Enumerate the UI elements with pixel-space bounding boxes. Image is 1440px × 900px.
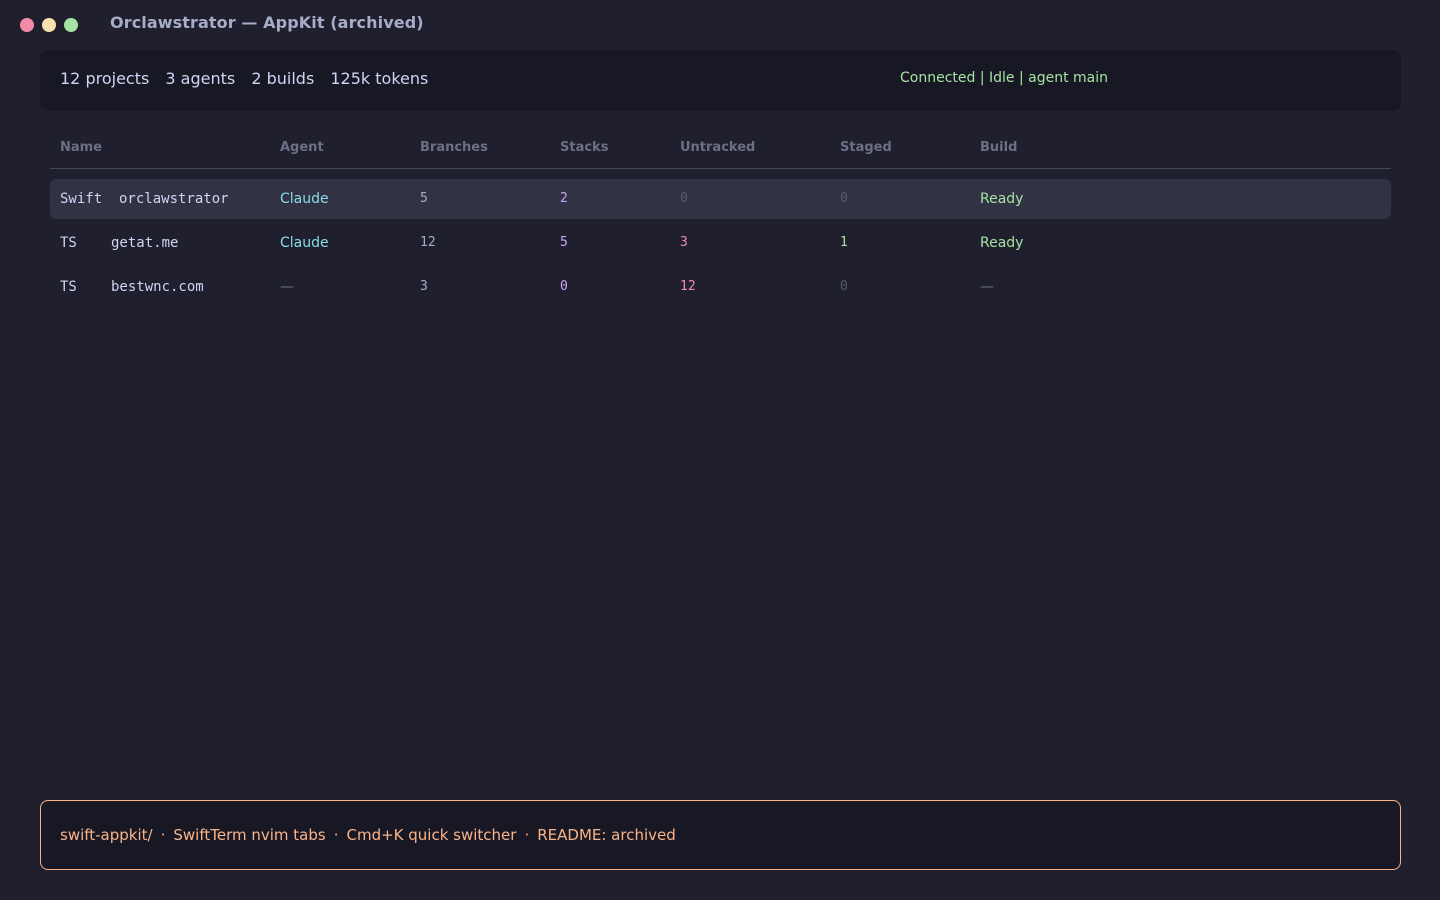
agent-name: Claude [280, 191, 329, 207]
projects-count: 12 projects [60, 69, 150, 88]
table-row[interactable]: TS bestwnc.com — 3 0 12 0 — [50, 267, 1391, 307]
stats-summary: 12 projects 3 agents 2 builds 125k token… [60, 69, 439, 88]
table-row[interactable]: TS getat.me Claude 12 5 3 1 Ready [50, 223, 1391, 263]
header-branches[interactable]: Branches [420, 140, 488, 155]
language-tag: Swift [60, 191, 103, 207]
branches-count: 12 [420, 235, 436, 250]
header-agent[interactable]: Agent [280, 140, 324, 155]
footer-readme-status: README: archived [537, 826, 676, 844]
maximize-window-button[interactable] [64, 18, 78, 32]
close-window-button[interactable] [20, 18, 34, 32]
header-stacks[interactable]: Stacks [560, 140, 608, 155]
minimize-window-button[interactable] [42, 18, 56, 32]
builds-count: 2 builds [251, 69, 315, 88]
untracked-count: 3 [680, 235, 688, 250]
header-untracked[interactable]: Untracked [680, 140, 755, 155]
language-tag: TS [60, 235, 77, 251]
separator-dot: · [333, 826, 339, 844]
staged-count: 0 [840, 279, 848, 294]
agent-name: Claude [280, 235, 329, 251]
title-bar: Orclawstrator — AppKit (archived) [0, 0, 1440, 50]
agent-name: — [280, 279, 294, 295]
separator-dot: · [524, 826, 530, 844]
info-footer: swift-appkit/ · SwiftTerm nvim tabs · Cmd+K … [40, 800, 1401, 870]
separator-dot: · [160, 826, 166, 844]
project-name: getat.me [111, 235, 179, 251]
build-status: — [980, 279, 994, 295]
connection-status: Connected | Idle | agent main [900, 70, 1109, 86]
tokens-count: 125k tokens [330, 69, 429, 88]
stacks-count: 5 [560, 235, 568, 250]
build-status: Ready [980, 191, 1024, 207]
header-build[interactable]: Build [980, 140, 1017, 155]
projects-table: Name Agent Branches Stacks Untracked Sta… [50, 136, 1391, 295]
untracked-count: 12 [680, 279, 696, 294]
staged-count: 0 [840, 191, 848, 206]
agents-count: 3 agents [165, 69, 236, 88]
branches-count: 5 [420, 191, 428, 206]
table-row[interactable]: Swift orclawstrator Claude 5 2 0 0 Ready [50, 179, 1391, 219]
untracked-count: 0 [680, 191, 688, 206]
footer-feature-tabs: SwiftTerm nvim tabs [173, 826, 326, 844]
language-tag: TS [60, 279, 77, 295]
footer-feature-switcher: Cmd+K quick switcher [346, 826, 517, 844]
project-name: bestwnc.com [111, 279, 204, 295]
header-name[interactable]: Name [60, 140, 102, 155]
header-staged[interactable]: Staged [840, 140, 892, 155]
footer-info-line: swift-appkit/ · SwiftTerm nvim tabs · Cmd+K … [60, 826, 676, 844]
stacks-count: 0 [560, 279, 568, 294]
app-window: Orclawstrator — AppKit (archived) 12 pro… [0, 0, 1440, 900]
staged-count: 1 [840, 235, 848, 250]
build-status: Ready [980, 235, 1024, 251]
project-name: orclawstrator [119, 191, 229, 207]
window-title: Orclawstrator — AppKit (archived) [110, 13, 424, 32]
stats-panel: 12 projects 3 agents 2 builds 125k token… [40, 50, 1401, 111]
stacks-count: 2 [560, 191, 568, 206]
table-header: Name Agent Branches Stacks Untracked Sta… [50, 136, 1391, 169]
branches-count: 3 [420, 279, 428, 294]
footer-path: swift-appkit/ [60, 826, 153, 844]
